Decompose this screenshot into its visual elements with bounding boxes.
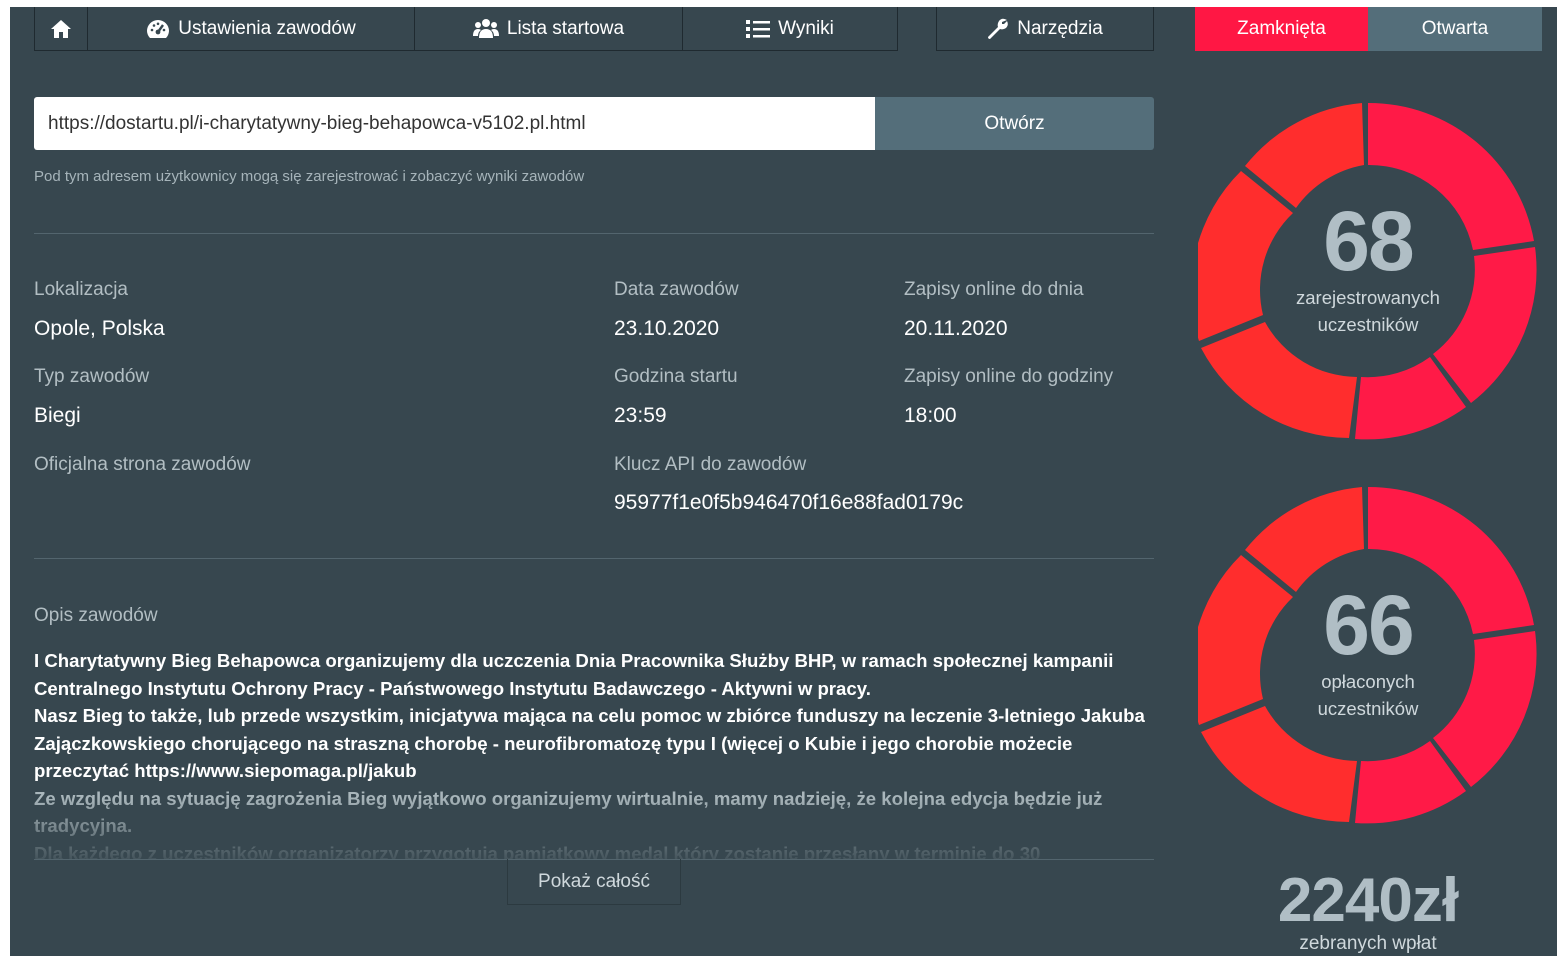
location-label: Lokalizacja (34, 279, 128, 300)
paid-count: 66 (1323, 578, 1414, 672)
divider (34, 233, 1154, 234)
wrench-icon (988, 18, 1009, 39)
status-open-label: Otwarta (1421, 18, 1489, 39)
url-hint: Pod tym adresem użytkownicy mogą się zar… (34, 168, 585, 185)
results-tab[interactable]: Wyniki (682, 7, 898, 51)
registration-until-label: Zapisy online do dnia (904, 279, 1084, 300)
tools-tab-label: Narzędzia (1017, 17, 1103, 39)
registration-hour-label: Zapisy online do godziny (904, 366, 1114, 387)
settings-tab-label: Ustawienia zawodów (178, 17, 356, 39)
collected-label: zebranych wpłat (1299, 933, 1437, 954)
api-key-value: 95977f1e0f5b946470f16e88fad0179c (614, 491, 964, 514)
show-all-label: Pokaż całość (538, 870, 650, 892)
status-open-button[interactable]: Otwarta (1368, 7, 1542, 51)
description-paragraph: I Charytatywny Bieg Behapowca organizuje… (34, 650, 1114, 699)
api-key-label: Klucz API do zawodów (614, 454, 807, 475)
divider (34, 558, 1154, 559)
registered-donut: 68 zarejestrowanych uczestników (1191, 101, 1538, 441)
donut-segment (1201, 322, 1357, 438)
event-url-value: https://dostartu.pl/i-charytatywny-bieg-… (48, 112, 586, 134)
donut-segment (1201, 706, 1357, 822)
location-value: Opole, Polska (34, 317, 165, 340)
description-paragraph: Dla każdego z uczestników organizatorzy … (34, 842, 1041, 860)
registered-count: 68 (1323, 194, 1414, 288)
description-label: Opis zawodów (34, 605, 158, 626)
open-url-button[interactable]: Otwórz (875, 97, 1154, 150)
website-label: Oficjalna strona zawodów (34, 454, 251, 475)
registered-caption-line2: uczestników (1317, 314, 1419, 335)
description-paragraph: Nasz Bieg to także, lub przede wszystkim… (34, 705, 1145, 781)
paid-caption-line1: opłaconych (1321, 671, 1415, 692)
status-closed-button[interactable]: Zamknięta (1195, 7, 1368, 51)
home-icon (51, 19, 71, 38)
tools-tab[interactable]: Narzędzia (936, 7, 1154, 51)
event-url-field[interactable]: https://dostartu.pl/i-charytatywny-bieg-… (34, 97, 875, 150)
paid-caption-line2: uczestników (1317, 698, 1419, 719)
start-time-value: 23:59 (614, 404, 667, 427)
registered-caption-line1: zarejestrowanych (1296, 287, 1440, 308)
paid-donut: 66 opłaconych uczestników (1191, 485, 1538, 825)
start-list-tab[interactable]: Lista startowa (414, 7, 683, 51)
start-time-label: Godzina startu (614, 366, 738, 387)
results-tab-label: Wyniki (778, 17, 834, 39)
settings-tab[interactable]: Ustawienia zawodów (87, 7, 415, 51)
description-text: I Charytatywny Bieg Behapowca organizuje… (34, 647, 1156, 859)
collected-amount: 2240zł (1277, 866, 1459, 935)
type-value: Biegi (34, 404, 81, 427)
description-paragraph: Ze względu na sytuację zagrożenia Bieg w… (34, 787, 1103, 837)
open-url-label: Otwórz (984, 112, 1045, 134)
home-button[interactable] (34, 7, 88, 51)
registration-hour-value: 18:00 (904, 404, 957, 427)
type-label: Typ zawodów (34, 366, 150, 387)
app-panel: Ustawienia zawodów Lista startowa Wyniki… (10, 7, 1557, 956)
status-closed-label: Zamknięta (1237, 18, 1326, 39)
registration-until-value: 20.11.2020 (904, 317, 1008, 340)
show-all-button[interactable]: Pokaż całość (507, 859, 681, 905)
list-icon (746, 19, 771, 38)
users-icon (472, 18, 499, 38)
date-label: Data zawodów (614, 279, 739, 300)
date-value: 23.10.2020 (614, 317, 720, 340)
dashboard-icon (147, 19, 170, 38)
start-list-tab-label: Lista startowa (506, 17, 625, 39)
